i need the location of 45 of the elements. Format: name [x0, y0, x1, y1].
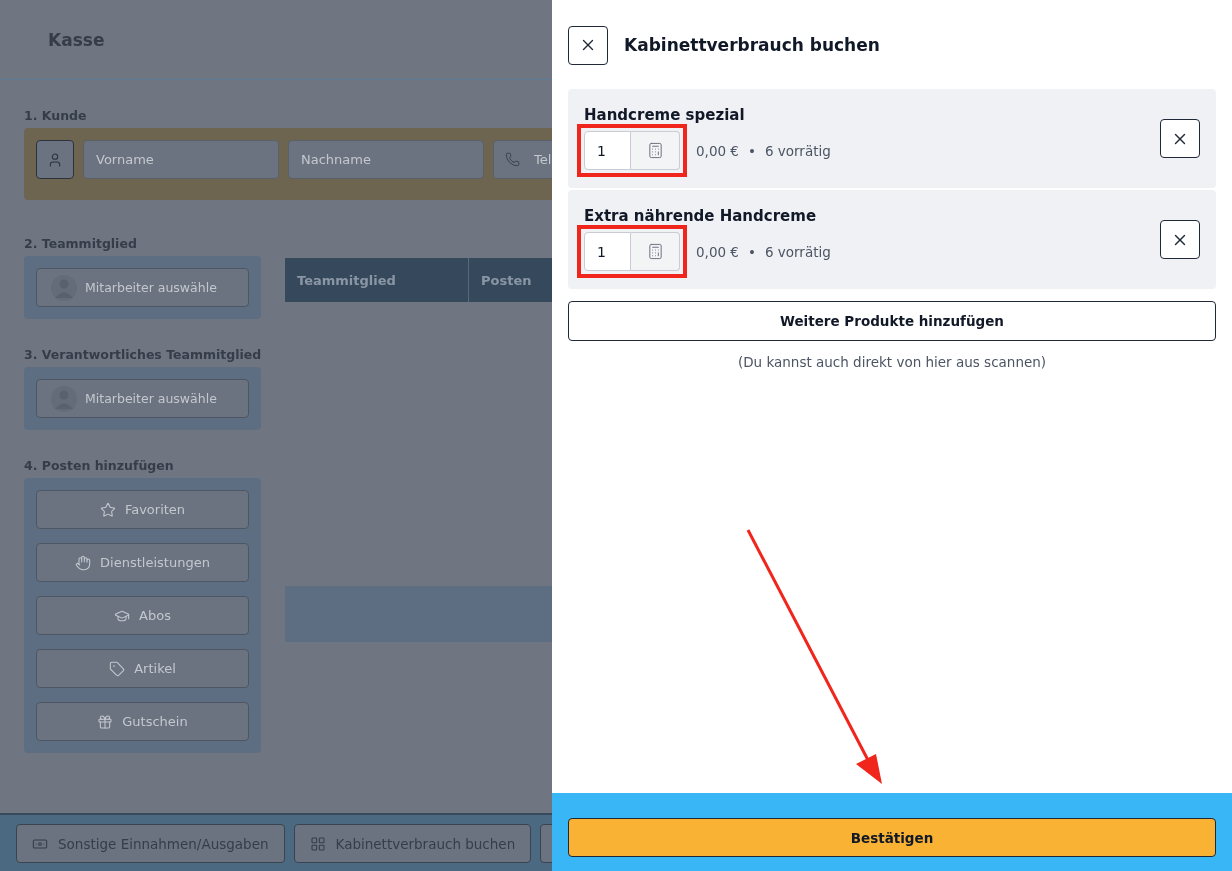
phone-icon — [505, 152, 520, 167]
gift-icon — [97, 713, 114, 730]
person-icon — [47, 151, 63, 168]
category-button[interactable]: Abos — [36, 596, 249, 635]
customer-button[interactable] — [36, 140, 74, 179]
section-heading: 2. Teammitglied — [24, 236, 137, 251]
quantity-field[interactable]: 1 — [584, 232, 631, 271]
quantity-field[interactable]: 1 — [584, 131, 631, 170]
tag-icon — [109, 660, 126, 677]
calculator-button[interactable] — [631, 131, 680, 170]
price: 0,00 € — [696, 142, 739, 159]
stock-count: 6 vorrätig — [764, 243, 831, 260]
separator-dot: • — [747, 243, 756, 260]
scan-hint: (Du kannst auch direkt von hier aus scannen) — [736, 354, 1048, 370]
remove-button[interactable] — [1160, 220, 1200, 259]
confirm-button[interactable]: Bestätigen — [568, 818, 1216, 857]
product-name: Extra nährende Handcreme — [584, 207, 818, 225]
employee-picker[interactable]: Mitarbeiter auswähle — [36, 268, 249, 307]
input-field[interactable]: Tel — [493, 140, 552, 179]
column-header: Teammitglied — [285, 258, 469, 302]
category-button[interactable]: Gutschein — [36, 702, 249, 741]
input-field[interactable]: Nachname — [288, 140, 484, 179]
calculator-button[interactable] — [631, 232, 680, 271]
product-name: Handcreme spezial — [584, 106, 746, 124]
section-heading: 3. Verantwortliches Teammitglied — [24, 347, 262, 362]
category-button[interactable]: Favoriten — [36, 490, 249, 529]
section-heading: 4. Posten hinzufügen — [24, 458, 174, 473]
stock-count: 6 vorrätig — [764, 142, 831, 159]
category-button[interactable]: Dienstleistungen — [36, 543, 249, 582]
hand-icon — [75, 554, 92, 571]
remove-button[interactable] — [1160, 119, 1200, 158]
grid-icon — [309, 835, 326, 852]
calculator-icon — [646, 142, 664, 159]
input-field[interactable]: Vorname — [83, 140, 279, 179]
calculator-icon — [646, 243, 664, 260]
price: 0,00 € — [696, 243, 739, 260]
drawer-title: Kabinettverbrauch buchen — [624, 35, 880, 55]
page-title: Kasse — [48, 29, 105, 50]
separator-dot: • — [747, 142, 756, 159]
section-heading: 1. Kunde — [24, 108, 87, 123]
close-button[interactable] — [568, 25, 608, 65]
add-products-button[interactable]: Weitere Produkte hinzufügen — [568, 301, 1216, 341]
employee-picker[interactable]: Mitarbeiter auswähle — [36, 379, 249, 418]
category-button[interactable]: Artikel — [36, 649, 249, 688]
star-icon — [99, 501, 116, 518]
